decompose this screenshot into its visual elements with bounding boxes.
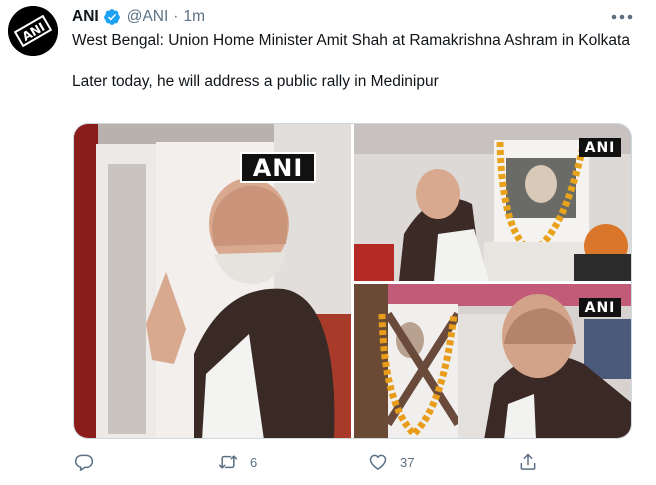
media-grid: ANI ANI ANI bbox=[73, 123, 632, 439]
verified-badge-icon bbox=[103, 8, 121, 26]
media-photo-2[interactable]: ANI bbox=[354, 124, 631, 281]
author-name[interactable]: ANI bbox=[72, 8, 99, 26]
reply-icon bbox=[74, 454, 94, 471]
separator-dot: · bbox=[173, 8, 179, 25]
heart-icon bbox=[369, 454, 387, 470]
like-button[interactable]: 37 bbox=[368, 449, 414, 475]
share-icon bbox=[520, 453, 536, 470]
author-handle[interactable]: @ANI bbox=[127, 8, 169, 26]
tweet-header: ANI @ANI · 1m bbox=[72, 6, 205, 28]
media-photo-3[interactable]: ANI bbox=[354, 284, 631, 438]
retweet-icon bbox=[218, 455, 238, 469]
retweet-button[interactable]: 6 bbox=[218, 449, 257, 475]
ani-watermark: ANI bbox=[579, 138, 621, 157]
like-count: 37 bbox=[400, 454, 415, 470]
tweet-text-line-2: Later today, he will address a public ra… bbox=[72, 73, 439, 90]
author-avatar[interactable]: ANI bbox=[8, 6, 58, 56]
more-options-button[interactable] bbox=[610, 8, 634, 26]
tweet[interactable]: ANI ANI @ANI · 1m West Bengal: Union Hom… bbox=[0, 0, 656, 485]
tweet-timestamp[interactable]: 1m bbox=[183, 8, 205, 26]
ani-watermark: ANI bbox=[579, 298, 621, 317]
media-photo-1[interactable]: ANI bbox=[74, 124, 351, 438]
more-options-icon bbox=[611, 14, 633, 20]
tweet-text-line-1: West Bengal: Union Home Minister Amit Sh… bbox=[72, 32, 630, 49]
tweet-text: West Bengal: Union Home Minister Amit Sh… bbox=[72, 30, 632, 92]
retweet-count: 6 bbox=[250, 454, 258, 470]
share-button[interactable] bbox=[518, 449, 550, 475]
ani-watermark: ANI bbox=[240, 152, 316, 183]
ani-logo-icon: ANI bbox=[8, 6, 58, 56]
reply-button[interactable] bbox=[74, 449, 106, 475]
action-bar: 6 37 bbox=[72, 449, 632, 475]
